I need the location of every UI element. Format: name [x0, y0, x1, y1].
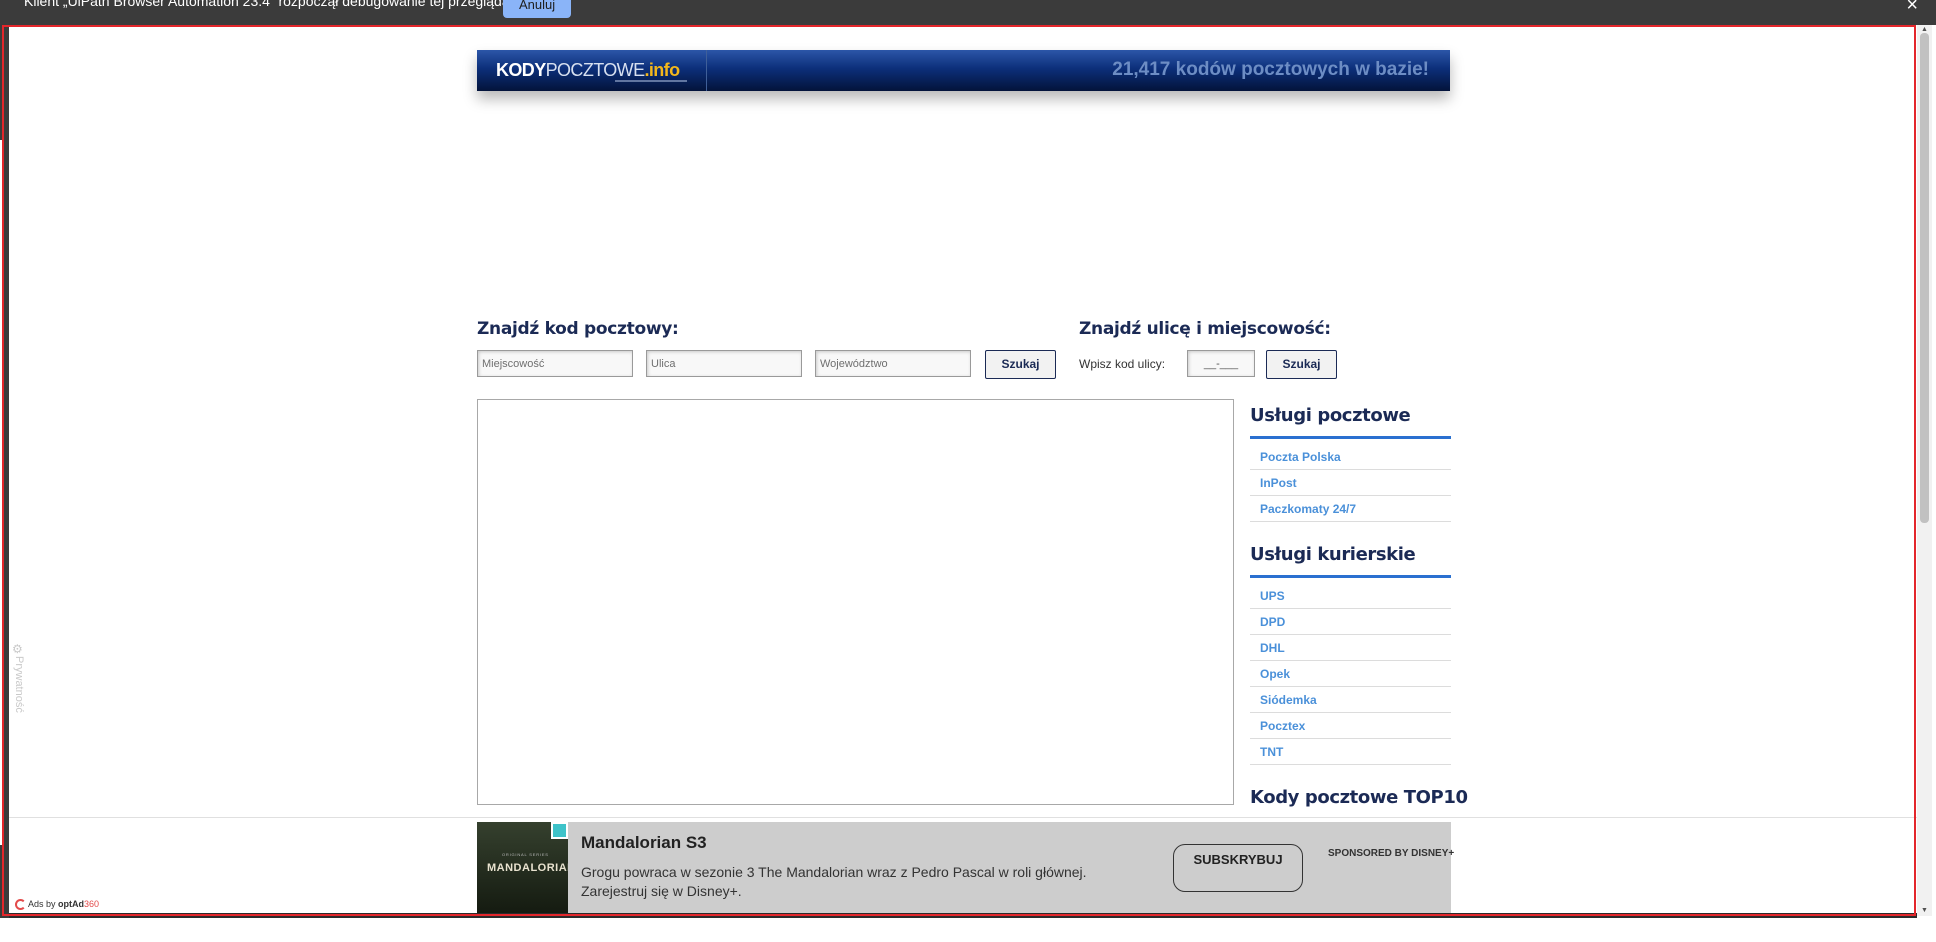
left-edge-strip — [0, 25, 9, 918]
ad-title[interactable]: Mandalorian S3 — [581, 833, 707, 853]
search-street-button[interactable]: Szukaj — [1266, 350, 1337, 379]
sidebar-item-poczta-polska[interactable]: Poczta Polska — [1250, 444, 1451, 470]
sidebar-item-dhl[interactable]: DHL — [1250, 635, 1451, 661]
voivodeship-input[interactable] — [815, 350, 971, 377]
cancel-debug-button[interactable]: Anuluj — [503, 0, 572, 18]
courier-services-heading: Usługi kurierskie — [1250, 544, 1416, 565]
vertical-scrollbar[interactable]: ▲ ▼ — [1917, 25, 1932, 916]
scroll-down-arrow-icon[interactable]: ▼ — [1921, 907, 1928, 914]
debug-infobar: Klient „UiPath Browser Automation 23.4” … — [0, 0, 1936, 25]
postal-services-rule — [1250, 436, 1451, 439]
city-input[interactable] — [477, 350, 633, 377]
ad-sponsor-label: SPONSORED BY DISNEY+ — [1328, 848, 1455, 859]
privacy-tab[interactable]: ⚙ Prywatność — [11, 642, 25, 722]
postal-services-heading: Usługi pocztowe — [1250, 405, 1411, 426]
find-code-heading: Znajdź kod pocztowy: — [477, 319, 679, 339]
scroll-up-arrow-icon[interactable]: ▲ — [1921, 26, 1928, 33]
street-input[interactable] — [646, 350, 802, 377]
top10-heading: Kody pocztowe TOP10 — [1250, 787, 1468, 808]
ads-by-label[interactable]: Ads by optAd360 — [15, 899, 99, 911]
subscribe-button[interactable]: SUBSKRYBUJ — [1173, 844, 1303, 892]
close-icon[interactable]: × — [1906, 0, 1918, 17]
find-street-heading: Znajdź ulicę i miejscowość: — [1079, 319, 1331, 339]
scrollbar-thumb[interactable] — [1920, 33, 1929, 523]
search-code-button[interactable]: Szukaj — [985, 350, 1056, 379]
sidebar-item-opek[interactable]: Opek — [1250, 661, 1451, 687]
privacy-label: Prywatność — [13, 656, 25, 713]
sidebar-item-inpost[interactable]: InPost — [1250, 470, 1451, 496]
site-header: KODYPOCZTOWE.info 21,417 kodów pocztowyc… — [477, 50, 1450, 91]
sidebar-item-paczkomaty[interactable]: Paczkomaty 24/7 — [1250, 496, 1451, 522]
gear-icon: ⚙ — [12, 642, 23, 656]
street-code-label: Wpisz kod ulicy: — [1079, 357, 1166, 371]
postal-code-input[interactable] — [1187, 350, 1255, 377]
ad-banner[interactable]: ORIGINAL SERIES MANDALORIAN Mandalorian … — [477, 822, 1455, 915]
courier-services-rule — [1250, 575, 1451, 578]
sidebar-item-dpd[interactable]: DPD — [1250, 609, 1451, 635]
site-logo[interactable]: KODYPOCZTOWE.info — [477, 50, 707, 91]
code-count-banner: 21,417 kodów pocztowych w bazie! — [1112, 59, 1429, 80]
sidebar-item-siodemka[interactable]: Siódemka — [1250, 687, 1451, 713]
sidebar-item-pocztex[interactable]: Pocztex — [1250, 713, 1451, 739]
optad-logo-icon — [15, 899, 26, 911]
courier-services-list: UPS DPD DHL Opek Siódemka Pocztex TNT — [1250, 583, 1451, 765]
sidebar-item-tnt[interactable]: TNT — [1250, 739, 1451, 765]
ad-thumbnail[interactable]: ORIGINAL SERIES MANDALORIAN — [477, 822, 568, 915]
ad-description: Grogu powraca w sezonie 3 The Mandaloria… — [581, 864, 1087, 899]
sidebar-item-ups[interactable]: UPS — [1250, 583, 1451, 609]
main-content-frame — [477, 399, 1234, 805]
debug-message: Klient „UiPath Browser Automation 23.4” … — [24, 0, 525, 9]
postal-services-list: Poczta Polska InPost Paczkomaty 24/7 — [1250, 444, 1451, 522]
ad-badge-icon — [551, 822, 568, 839]
bottom-edge-strip — [9, 913, 1917, 918]
